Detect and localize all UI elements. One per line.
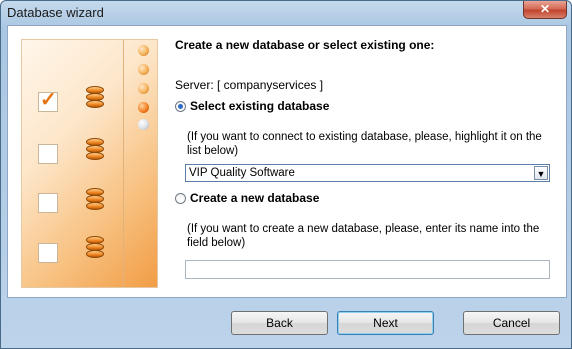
database-icon — [86, 138, 104, 164]
window-title: Database wizard — [7, 5, 104, 20]
close-icon: ✕ — [539, 2, 551, 16]
database-icon — [86, 86, 104, 112]
select-existing-radio[interactable] — [175, 101, 186, 112]
create-new-label[interactable]: Create a new database — [190, 191, 319, 205]
close-button[interactable]: ✕ — [523, 1, 567, 19]
database-dropdown[interactable]: VIP Quality Software ▼ — [185, 164, 550, 182]
select-existing-label[interactable]: Select existing database — [190, 99, 329, 113]
database-icon — [86, 188, 104, 214]
next-button[interactable]: Next — [337, 311, 434, 335]
wizard-window: Database wizard ✕ ✓ Create a new databas… — [0, 0, 572, 349]
back-button[interactable]: Back — [231, 311, 328, 335]
create-new-radio[interactable] — [175, 193, 186, 204]
step-checkbox-4 — [38, 243, 58, 263]
database-icon — [86, 236, 104, 262]
step-indicator-current — [138, 102, 149, 113]
step-checkbox-2 — [38, 144, 58, 164]
step-indicator-5 — [138, 119, 149, 130]
divider — [123, 40, 124, 287]
server-label: Server: [ companyservices ] — [175, 78, 324, 92]
cancel-button[interactable]: Cancel — [463, 311, 560, 335]
dropdown-value: VIP Quality Software — [189, 167, 295, 179]
checkmark-icon: ✓ — [40, 89, 57, 111]
select-existing-hint: (If you want to connect to existing data… — [187, 131, 542, 157]
wizard-content: ✓ Create a new database or select existi… — [7, 25, 567, 298]
step-indicator-1 — [138, 45, 149, 56]
create-new-hint: (If you want to create a new database, p… — [187, 223, 540, 249]
step-checkbox-3 — [38, 193, 58, 213]
wizard-illustration: ✓ — [21, 39, 158, 288]
new-database-name-input[interactable] — [185, 260, 550, 279]
step-indicator-2 — [138, 64, 149, 75]
step-indicator-3 — [138, 83, 149, 94]
chevron-down-icon[interactable]: ▼ — [534, 166, 548, 180]
page-heading: Create a new database or select existing… — [175, 38, 435, 52]
title-bar: Database wizard ✕ — [1, 1, 571, 25]
